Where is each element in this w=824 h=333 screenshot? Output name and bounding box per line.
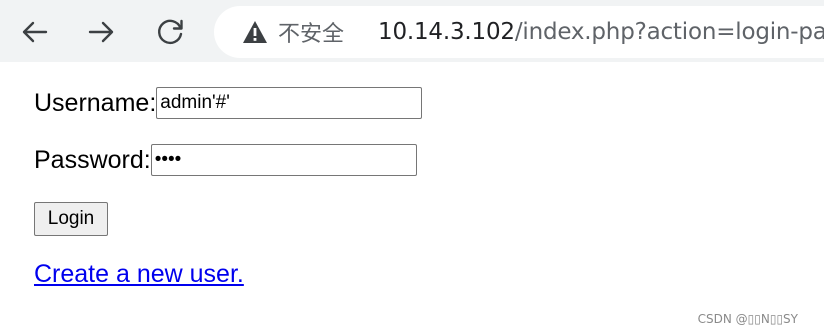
username-label: Username: bbox=[34, 88, 157, 117]
arrow-left-icon bbox=[19, 17, 49, 47]
page-content: Username: Password: Login Create a new u… bbox=[0, 62, 824, 333]
password-label: Password: bbox=[34, 145, 151, 174]
arrow-right-icon bbox=[87, 17, 117, 47]
watermark: CSDN @▯▯N▯▯SY bbox=[697, 312, 798, 326]
url-host: 10.14.3.102 bbox=[378, 19, 515, 45]
browser-toolbar: 不安全 10.14.3.102/index.php?action=login-p… bbox=[0, 0, 824, 62]
back-button[interactable] bbox=[14, 12, 54, 52]
login-button[interactable]: Login bbox=[34, 202, 108, 236]
url-path: /index.php?action=login-page bbox=[514, 19, 824, 45]
warning-triangle-icon[interactable] bbox=[242, 19, 268, 45]
forward-button[interactable] bbox=[82, 12, 122, 52]
browser-window: 不安全 10.14.3.102/index.php?action=login-p… bbox=[0, 0, 824, 333]
security-status-label[interactable]: 不安全 bbox=[278, 16, 344, 48]
reload-icon bbox=[156, 17, 186, 47]
reload-button[interactable] bbox=[151, 12, 191, 52]
url-text[interactable]: 10.14.3.102/index.php?action=login-page bbox=[378, 19, 824, 45]
password-input[interactable] bbox=[150, 144, 417, 176]
address-bar[interactable]: 不安全 10.14.3.102/index.php?action=login-p… bbox=[214, 6, 824, 58]
username-input[interactable] bbox=[156, 87, 423, 119]
username-row: Username: bbox=[34, 87, 423, 119]
create-user-link[interactable]: Create a new user. bbox=[34, 260, 244, 289]
password-row: Password: bbox=[34, 144, 417, 176]
